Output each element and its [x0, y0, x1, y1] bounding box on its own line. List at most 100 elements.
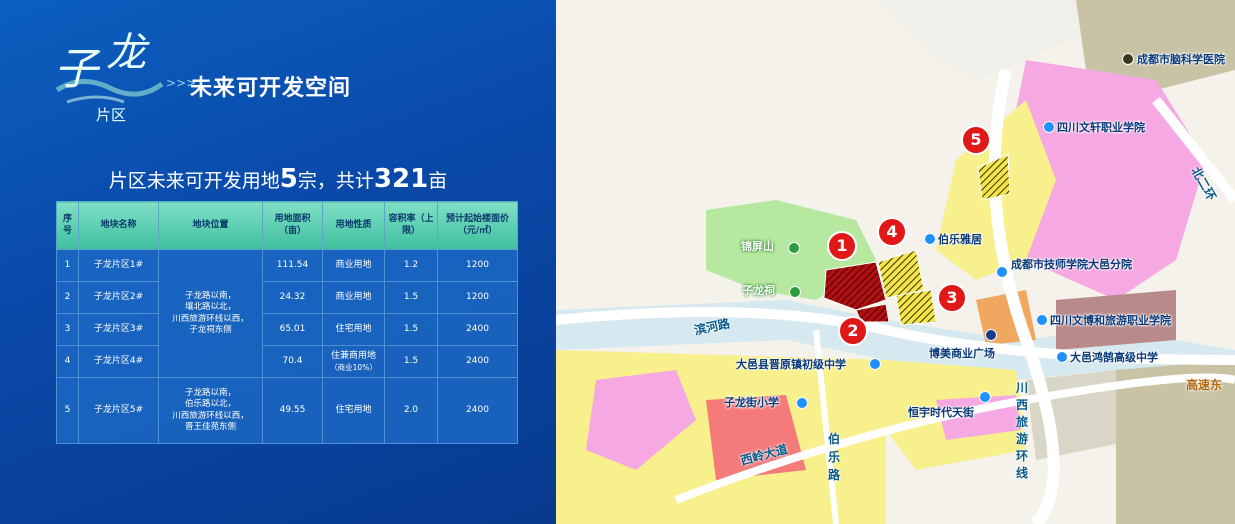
- cell-use: 住宅用地: [322, 377, 385, 444]
- cell-price: 2400: [437, 313, 518, 346]
- parcel-marker-4[interactable]: 4: [877, 217, 907, 247]
- page-title: 未来可开发空间: [190, 76, 352, 101]
- map-canvas: [556, 0, 1235, 524]
- summary-line: 片区未来可开发用地5宗，共计321亩: [0, 164, 556, 194]
- cell-far: 1.2: [384, 249, 438, 282]
- logo-char-long: 龙: [106, 30, 150, 76]
- cell-no: 2: [56, 281, 79, 314]
- cell-far: 1.5: [384, 345, 438, 378]
- cell-use: 商业用地: [322, 249, 385, 282]
- school-marker-icon[interactable]: [996, 266, 1008, 278]
- cell-far: 2.0: [384, 377, 438, 444]
- cell-area: 49.55: [262, 377, 323, 444]
- cell-price: 2400: [437, 377, 518, 444]
- place-label-zilongjie: 子龙街小学: [724, 396, 779, 409]
- mall-marker-icon[interactable]: [979, 391, 991, 403]
- location-line: 壤北路以北，: [184, 302, 236, 313]
- cell-name: 子龙片区4#: [78, 345, 159, 378]
- place-label-jishi: 成都市技师学院大邑分院: [1011, 258, 1132, 271]
- location-line: 子龙路以南，: [184, 387, 236, 398]
- col-header-no: 序号: [56, 201, 79, 250]
- cell-far: 1.5: [384, 313, 438, 346]
- hospital-marker-icon[interactable]: [1122, 53, 1134, 65]
- use-main: 住兼商用地: [330, 351, 376, 362]
- cell-use: 商业用地: [322, 281, 385, 314]
- cell-location: 子龙路以南， 壤北路以北， 川西旅游环线以西， 子龙祠东侧: [158, 249, 263, 378]
- parcel-marker-2[interactable]: 2: [838, 316, 868, 346]
- cell-area: 70.4: [262, 345, 323, 378]
- col-header-location: 地块位置: [158, 201, 263, 250]
- cell-price: 1200: [437, 281, 518, 314]
- place-label-wenbo: 四川文博和旅游职业学院: [1050, 314, 1171, 327]
- cell-location: 子龙路以南， 伯乐路以北， 川西旅游环线以西， 晋王佳苑东侧: [158, 377, 263, 444]
- park-marker-icon[interactable]: [789, 286, 801, 298]
- logo-char-zi: 子: [54, 44, 101, 95]
- location-line: 子龙路以南，: [184, 290, 236, 301]
- parcel-3: [895, 289, 937, 326]
- zoning-map: 1 2 3 4 5 成都市脑科学医院 四川文轩职业学院 伯乐雅居 成都市技师学院…: [556, 0, 1235, 524]
- place-label-jinyuan: 大邑县晋原镇初级中学: [736, 358, 846, 371]
- cell-no: 1: [56, 249, 79, 282]
- cell-area: 111.54: [262, 249, 323, 282]
- place-label-wenxuan: 四川文轩职业学院: [1057, 121, 1145, 134]
- cell-use: 住宅用地: [322, 313, 385, 346]
- school-marker-icon[interactable]: [1036, 314, 1048, 326]
- table-header-row: 序号 地块名称 地块位置 用地面积（亩） 用地性质 容积率（上限） 预计起始楼面…: [56, 201, 518, 250]
- use-note: （商业10%）: [330, 362, 377, 372]
- cell-no: 5: [56, 377, 79, 444]
- cell-area: 24.32: [262, 281, 323, 314]
- col-header-name: 地块名称: [78, 201, 159, 250]
- road-label-chuanxi: 川西旅游环线: [1016, 381, 1029, 480]
- table-row: 2 子龙片区2# 24.32 商业用地 1.5 1200: [56, 281, 518, 314]
- logo-subtitle: 片区: [96, 106, 126, 124]
- poi-marker-icon[interactable]: [924, 233, 936, 245]
- place-label-hospital: 成都市脑科学医院: [1137, 53, 1225, 66]
- info-panel: 子 龙 片区 >>> 未来可开发空间 片区未来可开发用地5宗，共计321亩 序号…: [0, 0, 556, 524]
- location-line: 川西旅游环线以西，: [172, 313, 249, 324]
- road-label-bole: 伯乐路: [828, 432, 841, 482]
- place-label-bomei: 博美商业广场: [929, 347, 995, 360]
- road-label-gaosu: 高速东: [1186, 378, 1223, 392]
- cell-price: 2400: [437, 345, 518, 378]
- col-header-far: 容积率（上限）: [384, 201, 438, 250]
- place-label-bole: 伯乐雅居: [938, 233, 982, 246]
- school-marker-icon[interactable]: [1056, 351, 1068, 363]
- cell-no: 3: [56, 313, 79, 346]
- place-label-zilongci: 子龙祠: [742, 284, 775, 297]
- parcel-marker-5[interactable]: 5: [961, 125, 991, 155]
- cell-name: 子龙片区2#: [78, 281, 159, 314]
- cell-area: 65.01: [262, 313, 323, 346]
- summary-total: 321: [373, 164, 429, 194]
- parcel-marker-1[interactable]: 1: [827, 231, 857, 261]
- summary-count: 5: [279, 164, 298, 194]
- cell-name: 子龙片区5#: [78, 377, 159, 444]
- cell-use: 住兼商用地 （商业10%）: [322, 345, 385, 378]
- cell-no: 4: [56, 345, 79, 378]
- summary-prefix: 片区未来可开发用地: [108, 170, 280, 192]
- place-label-hengyu: 恒宇时代天街: [908, 406, 974, 419]
- parcel-marker-3[interactable]: 3: [937, 283, 967, 313]
- cell-far: 1.5: [384, 281, 438, 314]
- location-line: 晋王佳苑东侧: [184, 421, 236, 432]
- location-line: 川西旅游环线以西，: [172, 410, 249, 421]
- place-label-hongxi: 大邑鸿鹄高级中学: [1070, 351, 1158, 364]
- land-parcel-table: 序号 地块名称 地块位置 用地面积（亩） 用地性质 容积率（上限） 预计起始楼面…: [56, 201, 518, 444]
- summary-mid: 宗，共计: [297, 170, 374, 192]
- cell-name: 子龙片区1#: [78, 249, 159, 282]
- school-marker-icon[interactable]: [796, 397, 808, 409]
- table-row: 4 子龙片区4# 70.4 住兼商用地 （商业10%） 1.5 2400: [56, 345, 518, 378]
- col-header-price: 预计起始楼面价（元/㎡）: [437, 201, 518, 250]
- cell-price: 1200: [437, 249, 518, 282]
- zilong-logo: 子 龙 片区: [54, 30, 164, 124]
- col-header-use: 用地性质: [322, 201, 385, 250]
- mall-marker-icon[interactable]: [985, 329, 997, 341]
- cell-name: 子龙片区3#: [78, 313, 159, 346]
- table-row: 3 子龙片区3# 65.01 住宅用地 1.5 2400: [56, 313, 518, 346]
- table-row: 5 子龙片区5# 子龙路以南， 伯乐路以北， 川西旅游环线以西， 晋王佳苑东侧 …: [56, 377, 518, 444]
- col-header-area: 用地面积（亩）: [262, 201, 323, 250]
- school-marker-icon[interactable]: [869, 358, 881, 370]
- school-marker-icon[interactable]: [1043, 121, 1055, 133]
- park-marker-icon[interactable]: [788, 242, 800, 254]
- location-line: 伯乐路以北，: [184, 399, 236, 410]
- table-row: 1 子龙片区1# 子龙路以南， 壤北路以北， 川西旅游环线以西， 子龙祠东侧 1…: [56, 249, 518, 378]
